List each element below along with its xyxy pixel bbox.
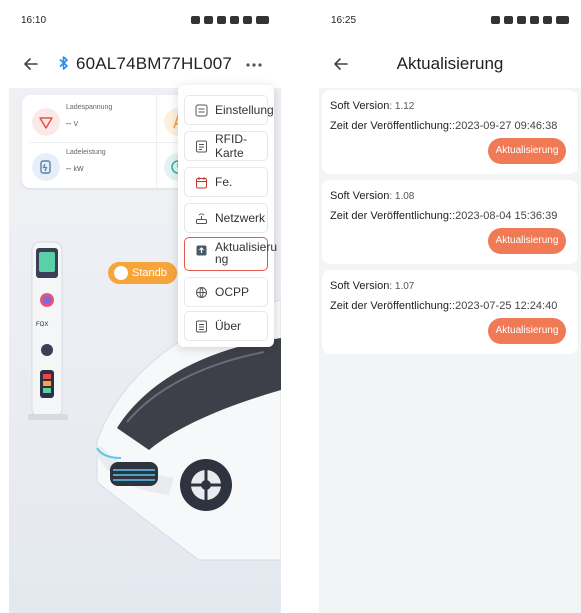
release-time: Zeit der Veröffentlichung::2023-08-04 15… <box>330 210 558 222</box>
info-document-icon <box>196 320 207 332</box>
menu-item-label: Aktualisieru ng <box>215 240 278 266</box>
wifi-icon <box>543 16 552 24</box>
signal-icon <box>230 16 239 24</box>
menu-item-label: Netzwerk <box>215 211 266 225</box>
menu-item-label: Fe. <box>215 175 233 189</box>
stat-value: – kW <box>66 163 84 173</box>
menu-item-netzwerk[interactable]: Netzwerk <box>184 203 268 233</box>
menu-item-fe[interactable]: Fe. <box>184 167 268 197</box>
nfc-icon <box>504 16 513 24</box>
page-title: Aktualisierung <box>396 54 504 73</box>
menu-item-aktualisierung[interactable]: Aktualisieru ng <box>184 237 277 271</box>
hd-icon <box>217 16 226 24</box>
status-icons <box>191 16 269 24</box>
app-bar: Aktualisierung <box>319 40 581 88</box>
menu-item-ocpp[interactable]: OCPP <box>184 277 268 307</box>
battery-icon <box>556 16 569 24</box>
alarm-icon <box>191 16 200 24</box>
device-options-menu: Einstellung RFID-Karte Fe. Netzwerk Aktu… <box>178 85 277 347</box>
status-bar: 16:10 <box>9 0 281 40</box>
status-icons <box>491 16 569 24</box>
soft-version: Soft Version: 1.12 <box>330 100 415 112</box>
menu-item-einstellung[interactable]: Einstellung <box>184 95 274 125</box>
clock-icon <box>114 266 128 280</box>
standby-label: Standb <box>132 267 167 279</box>
left-phone-screen: 16:10 60AL74BM77HL007 Ladespannung – V L… <box>9 0 281 613</box>
menu-item-label: OCPP <box>215 285 250 299</box>
menu-item-rfid-karte[interactable]: RFID-Karte <box>184 131 268 161</box>
version-card: Soft Version: 1.07 Zeit der Veröffentlic… <box>322 270 578 354</box>
menu-item-label: Über <box>215 319 242 333</box>
svg-text:FOX: FOX <box>36 322 48 328</box>
router-icon <box>196 212 207 224</box>
bluetooth-icon <box>59 56 68 70</box>
release-time: Zeit der Veröffentlichung::2023-09-27 09… <box>330 120 558 132</box>
menu-item-label: Einstellung <box>215 103 274 117</box>
device-title: 60AL74BM77HL007 <box>9 54 281 74</box>
status-bar: 16:25 <box>319 0 581 40</box>
stat-label: Ladespannung <box>66 104 113 111</box>
update-button[interactable]: Aktualisierung <box>488 228 566 254</box>
stat-charging-voltage: Ladespannung – V <box>30 100 145 142</box>
calendar-icon <box>196 176 207 188</box>
soft-version: Soft Version: 1.08 <box>330 190 415 202</box>
update-button[interactable]: Aktualisierung <box>488 318 566 344</box>
nfc-icon <box>204 16 213 24</box>
menu-item-label: RFID-Karte <box>215 132 247 160</box>
power-plug-icon <box>32 153 60 181</box>
more-dots-icon[interactable] <box>245 62 263 68</box>
stat-charging-power: Ladeleistung – kW <box>30 145 145 187</box>
wifi-icon <box>243 16 252 24</box>
update-icon <box>196 245 207 256</box>
stat-label: Ladeleistung <box>66 149 106 156</box>
release-time: Zeit der Veröffentlichung::2023-07-25 12… <box>330 300 558 312</box>
stat-value: – V <box>66 118 79 128</box>
battery-icon <box>256 16 269 24</box>
alarm-icon <box>491 16 500 24</box>
signal-icon <box>530 16 539 24</box>
settings-list-icon <box>195 104 208 116</box>
globe-icon <box>196 286 207 298</box>
app-bar: 60AL74BM77HL007 <box>9 40 281 88</box>
card-icon <box>196 140 207 152</box>
soft-version: Soft Version: 1.07 <box>330 280 415 292</box>
status-time: 16:10 <box>21 14 47 26</box>
update-button[interactable]: Aktualisierung <box>488 138 566 164</box>
right-phone-screen: 16:25 Aktualisierung Soft Version: 1.12 … <box>319 0 581 613</box>
card-divider <box>156 95 157 188</box>
device-id: 60AL74BM77HL007 <box>75 54 233 73</box>
status-time: 16:25 <box>331 14 357 26</box>
hd-icon <box>517 16 526 24</box>
menu-item-ueber[interactable]: Über <box>184 311 268 341</box>
voltage-icon <box>32 108 60 136</box>
standby-status-badge: Standb <box>108 262 177 284</box>
version-card: Soft Version: 1.08 Zeit der Veröffentlic… <box>322 180 578 264</box>
version-card: Soft Version: 1.12 Zeit der Veröffentlic… <box>322 90 578 174</box>
